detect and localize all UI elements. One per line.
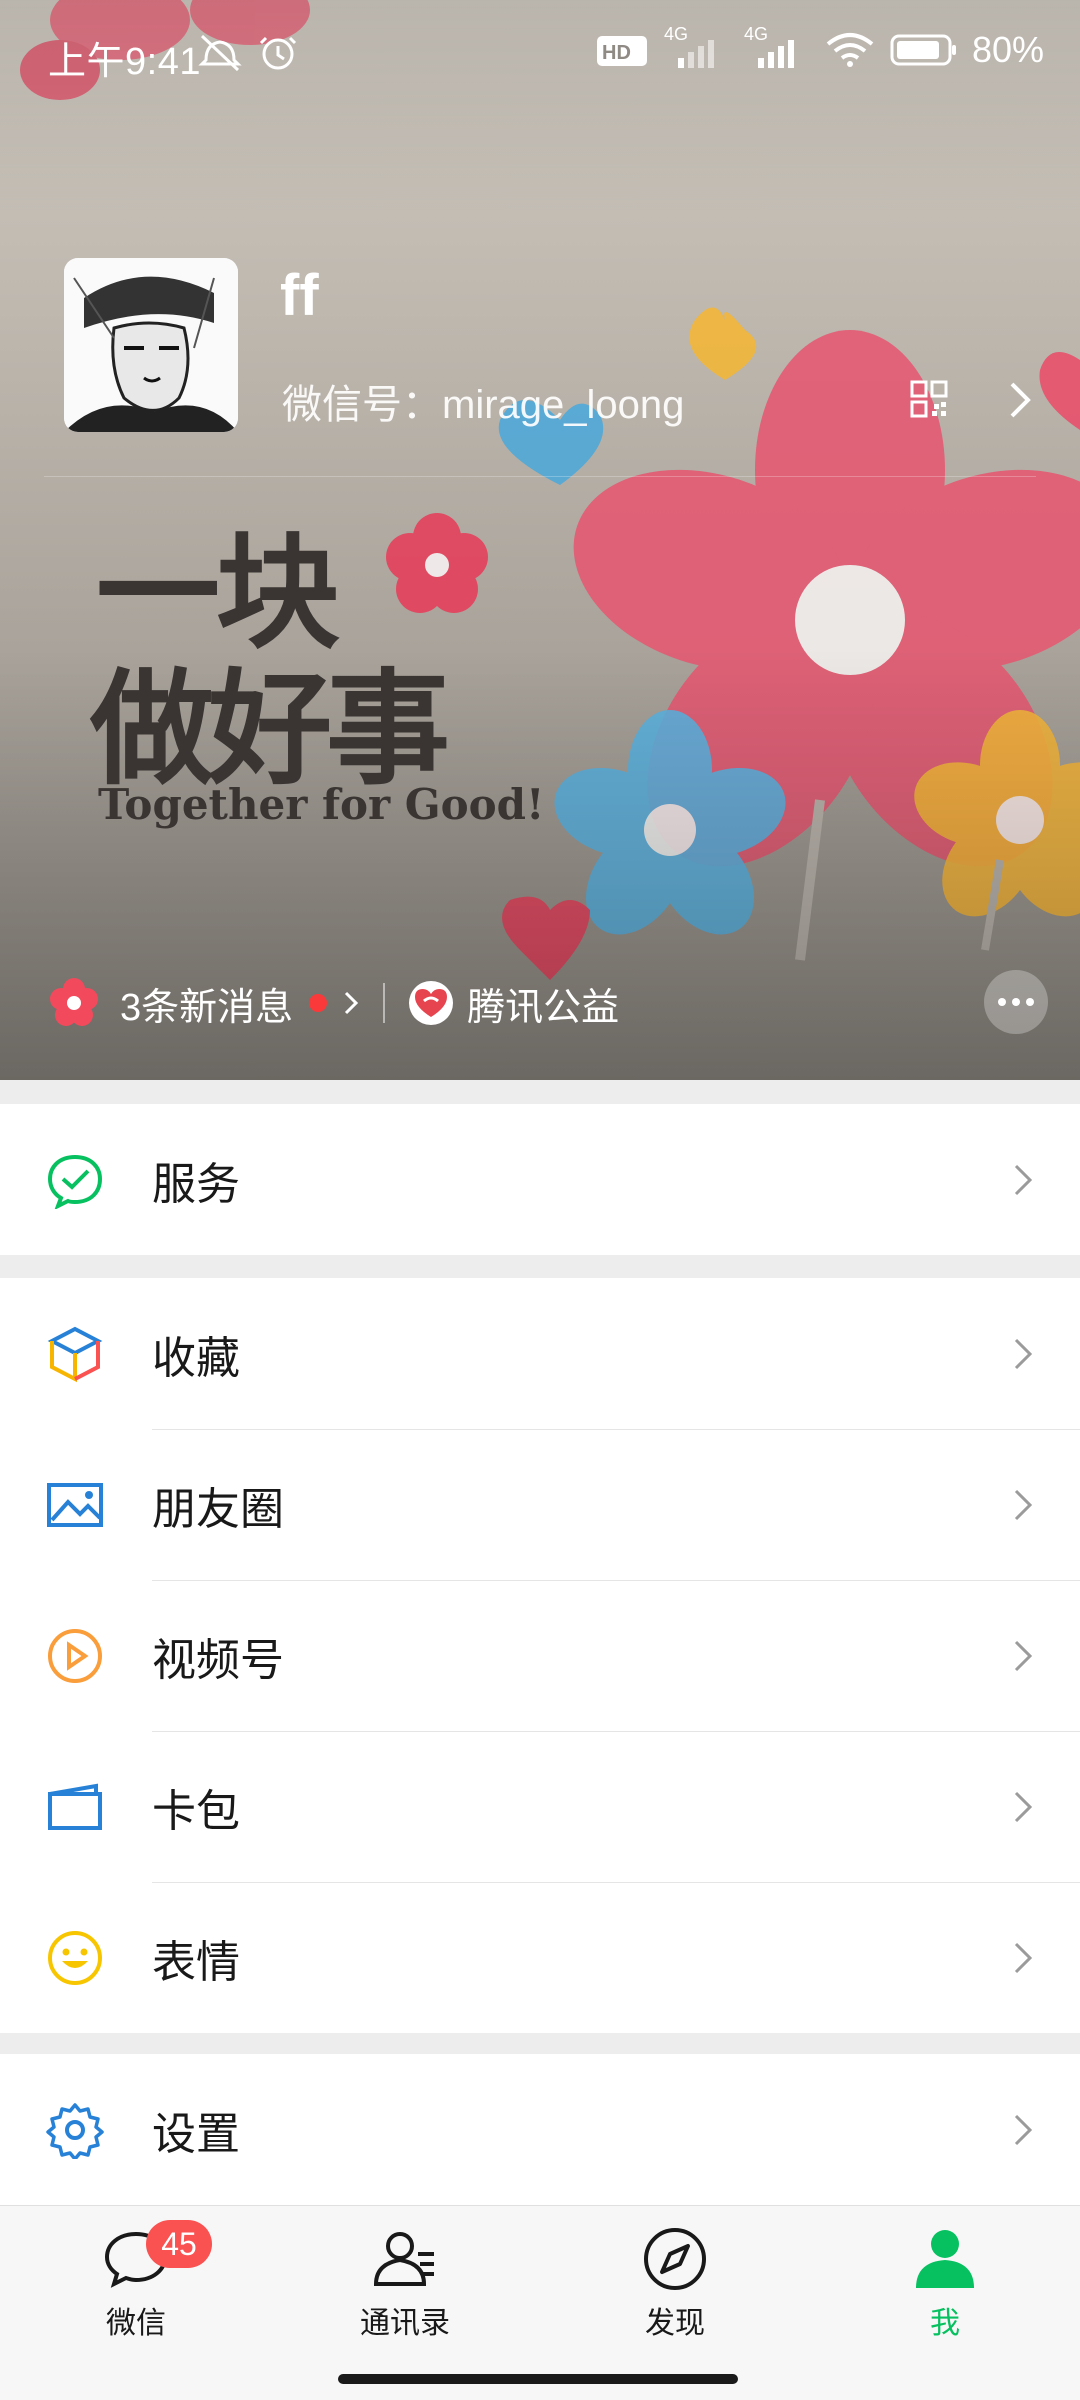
menu-item-moments[interactable]: 朋友圈 xyxy=(0,1429,1080,1580)
tab-label: 通讯录 xyxy=(360,2307,450,2340)
battery-percent: 80% xyxy=(971,29,1044,70)
bottom-tab-bar: 微信 45 通讯录 发现 我 xyxy=(0,2205,1080,2400)
chevron-right-icon xyxy=(1014,1942,1033,1973)
new-messages-link[interactable]: 3条新消息 xyxy=(120,976,293,1031)
menu-label: 收藏 xyxy=(152,1333,240,1383)
menu-label: 服务 xyxy=(152,1159,240,1209)
hero-divider xyxy=(44,476,1036,477)
qr-code-icon[interactable] xyxy=(910,380,948,422)
signal-icon-1: 4G xyxy=(664,24,730,72)
wifi-icon xyxy=(826,33,874,67)
hero-separator xyxy=(383,983,386,1023)
hero-status-row: 3条新消息 腾讯公益 xyxy=(48,970,1048,1036)
charity-label[interactable]: 腾讯公益 xyxy=(467,976,619,1031)
unread-badge: 45 xyxy=(146,2220,212,2268)
tab-chats[interactable]: 微信 45 xyxy=(46,2220,226,2344)
me-person-icon xyxy=(916,2230,974,2288)
status-time: 上午9:41 xyxy=(48,41,201,83)
chevron-right-icon xyxy=(1014,1338,1033,1369)
tencent-charity-icon[interactable] xyxy=(407,979,455,1027)
banner-subtitle: Together for Good! xyxy=(98,780,545,829)
more-options-button[interactable] xyxy=(984,970,1048,1034)
battery-icon xyxy=(890,34,956,66)
menu-label: 设置 xyxy=(152,2109,240,2159)
status-bar: 上午9:41 HD 4G 4G 80% xyxy=(0,0,1080,110)
menu-item-stickers[interactable]: 表情 xyxy=(0,1882,1080,2033)
hd-icon: HD xyxy=(596,36,647,66)
home-indicator[interactable] xyxy=(338,2374,738,2384)
service-icon xyxy=(47,1154,103,1209)
card-wallet-icon xyxy=(48,1783,102,1830)
wechat-id: 微信号：mirage_loong xyxy=(282,383,685,427)
menu-label: 视频号 xyxy=(152,1635,284,1685)
unread-dot xyxy=(309,994,328,1012)
menu-label: 卡包 xyxy=(152,1786,240,1836)
avatar-portrait-image xyxy=(64,258,238,432)
menu-group-settings: 设置 xyxy=(0,2054,1080,2205)
chevron-right-icon xyxy=(1014,2114,1033,2145)
alarm-icon xyxy=(259,36,297,70)
status-flower-icon[interactable] xyxy=(48,977,100,1029)
status-right: HD 4G 4G 80% xyxy=(596,24,1044,72)
channels-play-icon xyxy=(48,1628,102,1683)
chevron-right-icon xyxy=(1014,1640,1033,1671)
avatar[interactable] xyxy=(64,258,238,432)
chevron-right-icon xyxy=(1014,1791,1033,1822)
chevron-right-icon xyxy=(1014,1164,1033,1195)
sticker-smile-icon xyxy=(48,1930,102,1985)
moments-picture-icon xyxy=(47,1482,103,1527)
tab-contacts[interactable]: 通讯录 xyxy=(315,2224,495,2344)
menu-item-services[interactable]: 服务 xyxy=(0,1104,1080,1255)
svg-text:HD: HD xyxy=(602,42,631,64)
menu-group-main: 收藏 朋友圈 视频号 卡包 表情 xyxy=(0,1278,1080,2033)
chevron-right-icon xyxy=(345,991,359,1015)
menu-group-services: 服务 xyxy=(0,1104,1080,1255)
compass-icon xyxy=(644,2228,706,2290)
tab-label: 微信 xyxy=(106,2307,166,2340)
menu-item-favorites[interactable]: 收藏 xyxy=(0,1278,1080,1429)
settings-gear-icon xyxy=(46,2102,104,2159)
favorites-cube-icon xyxy=(47,1326,103,1382)
menu-item-card-wallet[interactable]: 卡包 xyxy=(0,1731,1080,1882)
tab-label: 我 xyxy=(930,2307,960,2340)
signal-icon-2: 4G xyxy=(744,24,810,72)
contacts-icon xyxy=(373,2232,434,2286)
profile-hero: 一块 做好事 Together for Good! 上午9:41 HD 4G 4… xyxy=(0,0,1080,1080)
tab-me[interactable]: 我 xyxy=(855,2224,1035,2344)
tab-label: 发现 xyxy=(645,2307,705,2340)
menu-item-settings[interactable]: 设置 xyxy=(0,2054,1080,2205)
menu-label: 表情 xyxy=(152,1937,240,1987)
profile-chevron-right-icon[interactable] xyxy=(1004,380,1034,424)
menu-item-channels[interactable]: 视频号 xyxy=(0,1580,1080,1731)
mute-icon xyxy=(198,34,242,72)
menu-label: 朋友圈 xyxy=(152,1484,284,1534)
tab-discover[interactable]: 发现 xyxy=(585,2224,765,2344)
profile-name: ff xyxy=(280,263,319,328)
status-left-icons xyxy=(198,30,308,78)
chevron-right-icon xyxy=(1014,1489,1033,1520)
